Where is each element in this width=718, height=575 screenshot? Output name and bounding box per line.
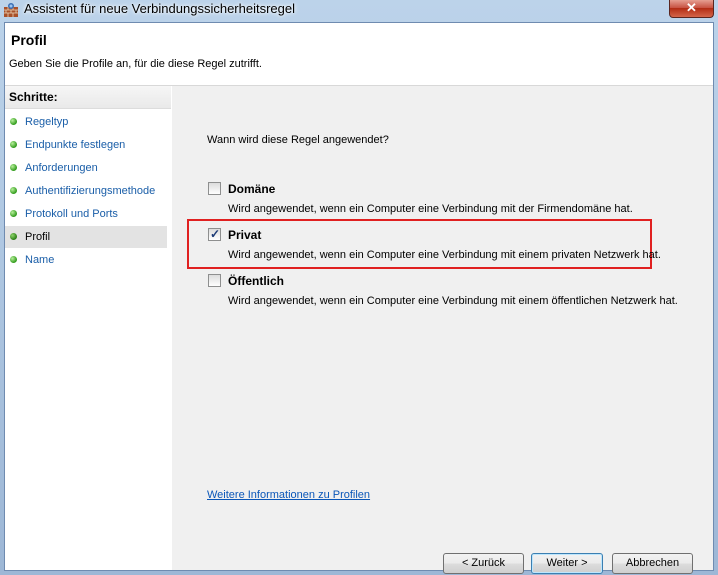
close-icon: ✕ [686, 0, 697, 15]
cancel-button[interactable]: Abbrechen [612, 553, 693, 574]
step-profil[interactable]: Profil [5, 226, 167, 248]
step-label: Authentifizierungsmethode [25, 185, 156, 197]
step-anforderungen[interactable]: Anforderungen [5, 157, 167, 179]
title-bar[interactable]: Assistent für neue Verbindungssicherheit… [0, 0, 718, 20]
step-bullet-icon [10, 141, 17, 148]
back-button[interactable]: < Zurück [443, 553, 524, 574]
steps-heading: Schritte: [5, 86, 171, 109]
steps-panel: Schritte: Regeltyp Endpunkte festlegen A… [5, 86, 173, 570]
public-description: Wird angewendet, wenn ein Computer eine … [228, 295, 678, 307]
step-bullet-icon [10, 164, 17, 171]
step-label: Anforderungen [25, 162, 98, 174]
public-checkbox[interactable] [208, 274, 221, 287]
step-label: Regeltyp [25, 116, 69, 128]
private-checkbox[interactable]: ✓ [208, 227, 221, 241]
checkmark-icon: ✓ [210, 227, 221, 241]
step-label: Name [25, 254, 55, 266]
step-label: Endpunkte festlegen [25, 139, 126, 151]
window-title: Assistent für neue Verbindungssicherheit… [24, 1, 295, 16]
client-area: Profil Geben Sie die Profile an, für die… [4, 22, 714, 574]
step-name[interactable]: Name [5, 249, 167, 271]
more-info-link[interactable]: Weitere Informationen zu Profilen [207, 489, 370, 501]
public-label[interactable]: Öffentlich [228, 274, 284, 288]
step-bullet-icon [10, 187, 17, 194]
step-protokoll[interactable]: Protokoll und Ports [5, 203, 167, 225]
step-bullet-icon [10, 118, 17, 125]
private-label[interactable]: Privat [228, 228, 261, 242]
domain-label[interactable]: Domäne [228, 182, 275, 196]
step-regeltyp[interactable]: Regeltyp [5, 111, 167, 133]
page-title: Profil [11, 32, 47, 48]
wizard-window: Assistent für neue Verbindungssicherheit… [0, 0, 718, 575]
step-authentifizierung[interactable]: Authentifizierungsmethode [5, 180, 167, 202]
profile-content: Wann wird diese Regel angewendet? Domäne… [172, 86, 713, 574]
highlight-box [187, 219, 652, 269]
wizard-header: Profil Geben Sie die Profile an, für die… [5, 23, 713, 86]
next-button[interactable]: Weiter > [531, 553, 603, 574]
page-subtitle: Geben Sie die Profile an, für die diese … [9, 58, 262, 70]
domain-description: Wird angewendet, wenn ein Computer eine … [228, 203, 633, 215]
firewall-icon [4, 3, 18, 17]
close-button[interactable]: ✕ [669, 0, 714, 18]
private-description: Wird angewendet, wenn ein Computer eine … [228, 249, 661, 261]
question-text: Wann wird diese Regel angewendet? [207, 134, 389, 146]
step-endpunkte[interactable]: Endpunkte festlegen [5, 134, 167, 156]
step-bullet-icon [10, 233, 17, 240]
step-label: Protokoll und Ports [25, 208, 118, 220]
step-bullet-icon [10, 256, 17, 263]
step-label: Profil [25, 231, 51, 243]
step-bullet-icon [10, 210, 17, 217]
domain-checkbox[interactable] [208, 182, 221, 195]
